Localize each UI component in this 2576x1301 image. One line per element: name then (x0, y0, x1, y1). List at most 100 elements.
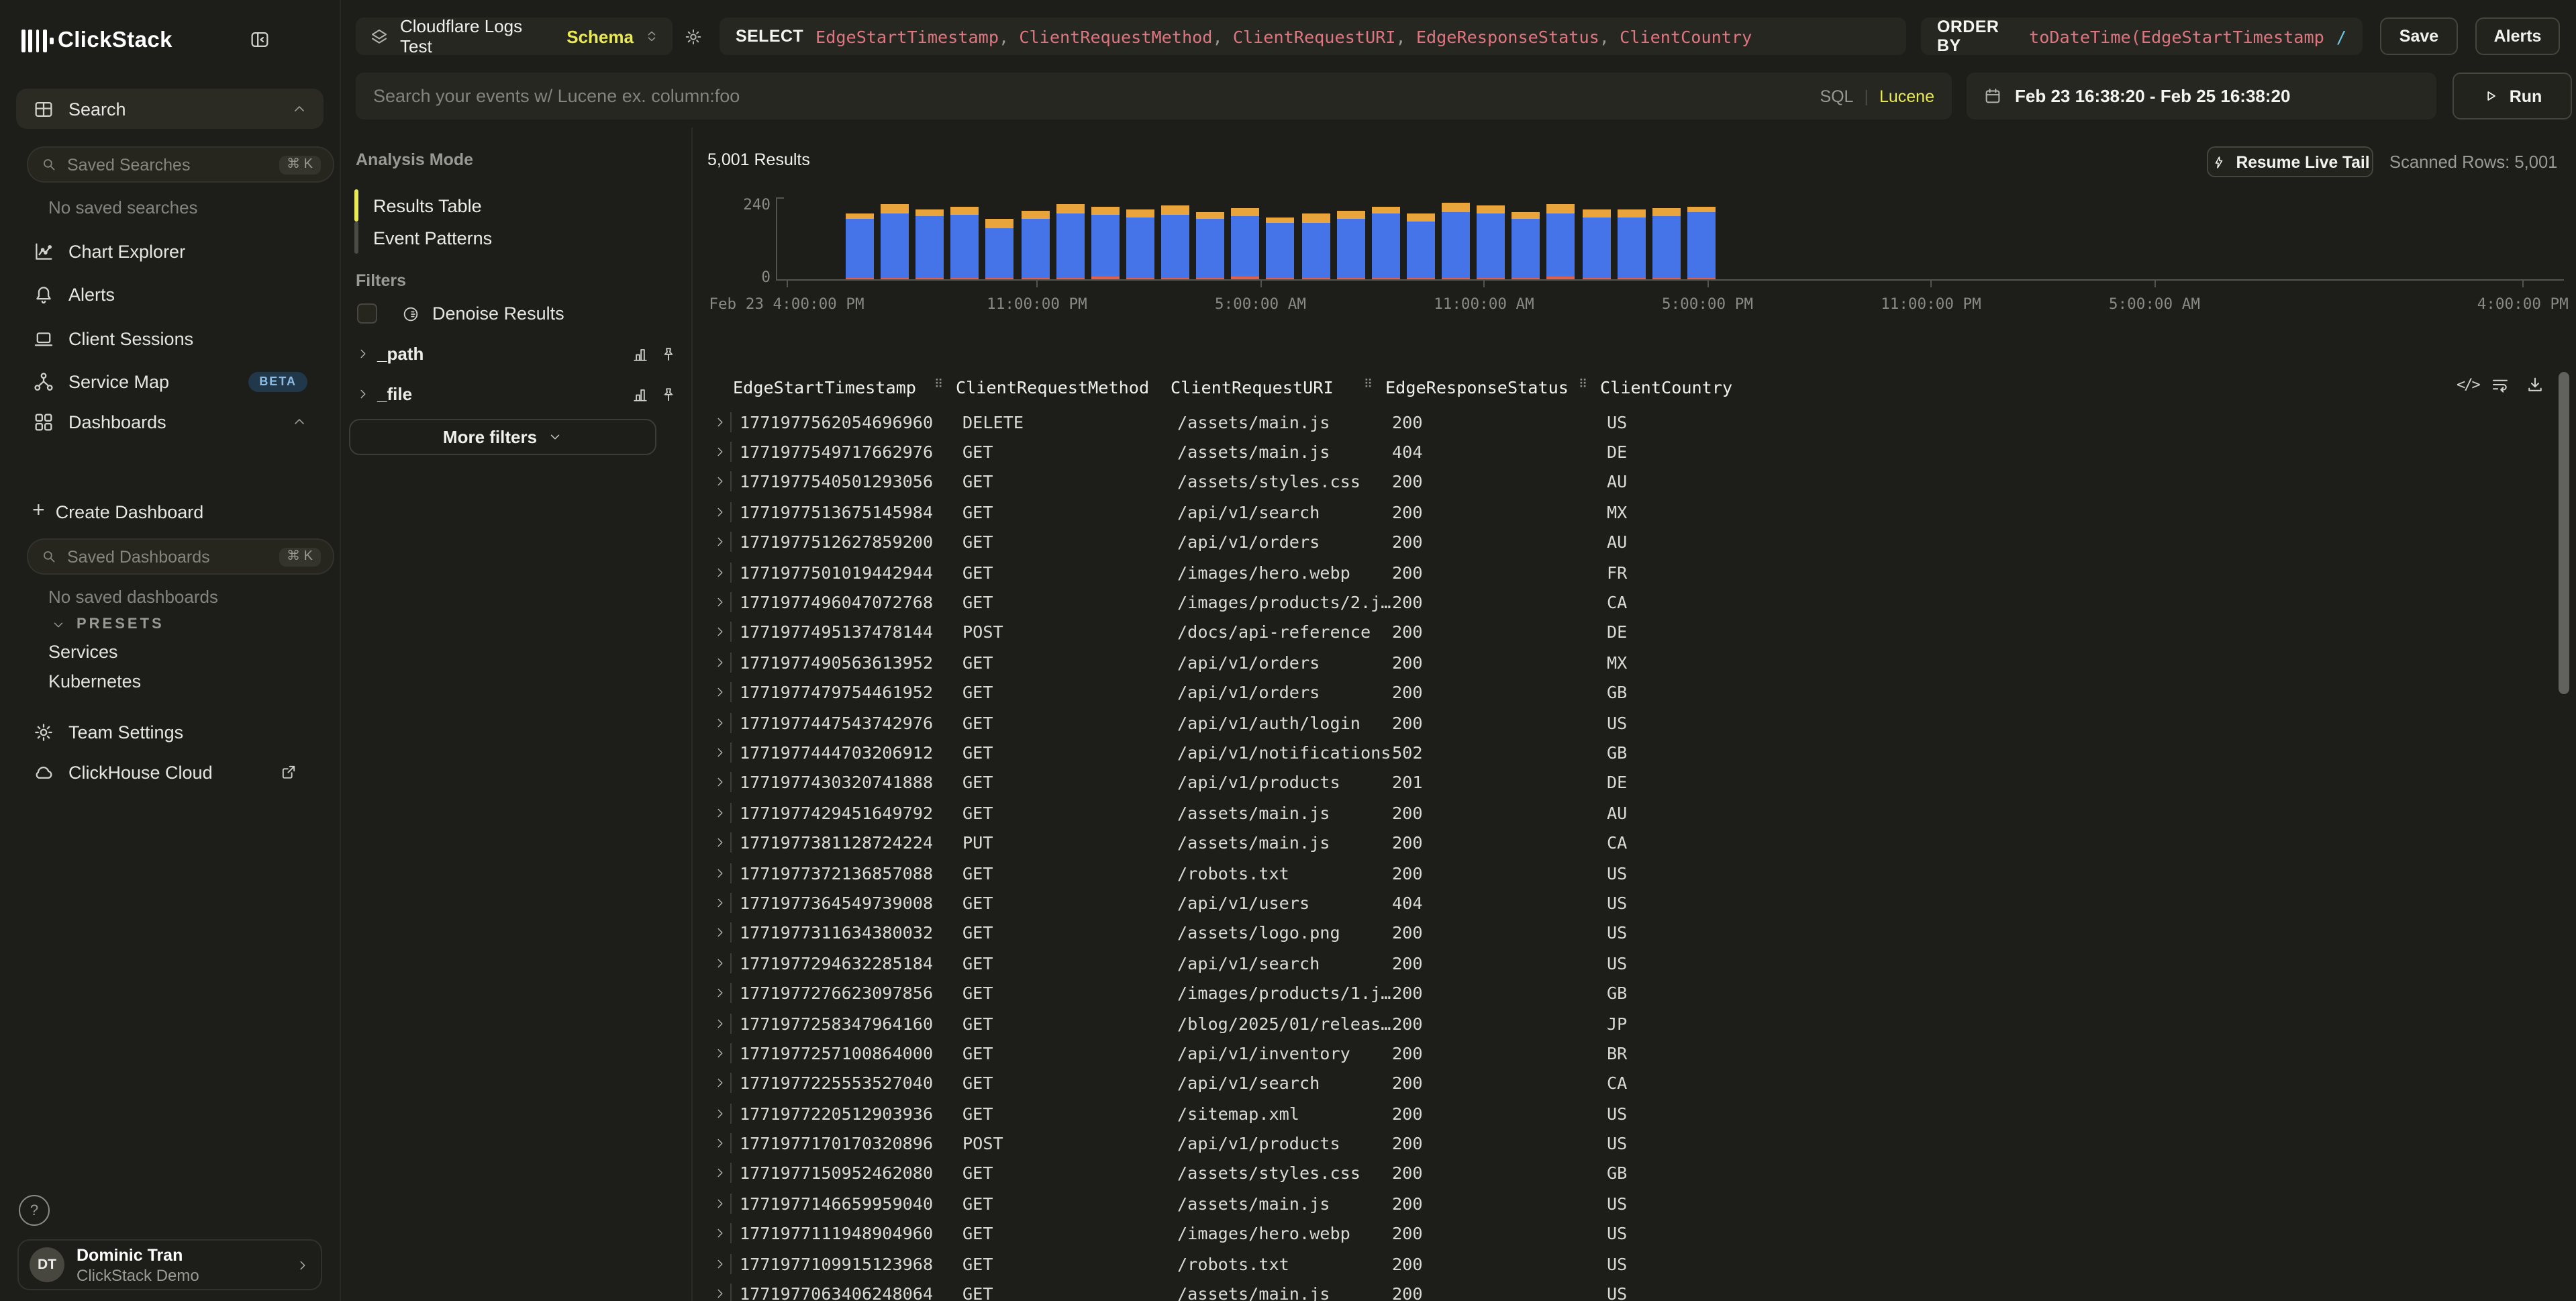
saved-searches-input[interactable]: Saved Searches ⌘ K (27, 146, 334, 183)
sidebar-item-alerts[interactable]: Alerts (32, 281, 115, 307)
preset-item-services[interactable]: Services (48, 642, 118, 662)
column-header-ClientRequestMethod[interactable]: ⠿ClientRequestMethod (956, 377, 1171, 397)
column-drag-handle-icon[interactable]: ⠿ (934, 379, 942, 392)
expand-row-icon[interactable] (710, 835, 730, 850)
orderby-clause-input[interactable]: ORDER BY toDateTime(EdgeStartTimestamp / (1921, 17, 2363, 55)
expand-row-icon[interactable] (710, 1016, 730, 1030)
expand-row-icon[interactable] (710, 414, 730, 429)
help-button[interactable]: ? (19, 1195, 50, 1226)
preset-item-kubernetes[interactable]: Kubernetes (48, 671, 141, 691)
column-drag-handle-icon[interactable]: ⠿ (1364, 379, 1371, 392)
table-row[interactable]: 1771977063406248064GET/assets/main.js200… (710, 1279, 2549, 1301)
table-row[interactable]: 1771977495137478144POST/docs/api-referen… (710, 617, 2549, 647)
table-row[interactable]: 1771977220512903936GET/sitemap.xml200US (710, 1098, 2549, 1128)
expand-row-icon[interactable] (710, 1256, 730, 1271)
column-header-EdgeResponseStatus[interactable]: ⠿EdgeResponseStatus (1385, 377, 1600, 397)
expand-row-icon[interactable] (710, 1076, 730, 1091)
expand-row-icon[interactable] (710, 535, 730, 550)
expand-row-icon[interactable] (710, 1226, 730, 1241)
expand-row-icon[interactable] (710, 1196, 730, 1211)
table-row[interactable]: 1771977562054696960DELETE/assets/main.js… (710, 407, 2549, 437)
table-row[interactable]: 1771977170170320896POST/api/v1/products2… (710, 1128, 2549, 1159)
table-row[interactable]: 1771977225553527040GET/api/v1/search200C… (710, 1068, 2549, 1098)
table-row[interactable]: 1771977146659959040GET/assets/main.js200… (710, 1188, 2549, 1218)
run-button[interactable]: Run (2453, 73, 2572, 119)
expand-row-icon[interactable] (710, 685, 730, 700)
table-row[interactable]: 1771977364549739008GET/api/v1/users404US (710, 888, 2549, 918)
sidebar-item-chart-explorer[interactable]: Chart Explorer (32, 238, 185, 264)
expand-row-icon[interactable] (710, 1286, 730, 1301)
expand-row-icon[interactable] (710, 1106, 730, 1120)
expand-row-icon[interactable] (710, 896, 730, 910)
table-row[interactable]: 1771977311634380032GET/assets/logo.png20… (710, 918, 2549, 948)
table-row[interactable]: 1771977276623097856GET/images/products/1… (710, 978, 2549, 1008)
alerts-button[interactable]: Alerts (2475, 17, 2560, 55)
table-row[interactable]: 1771977479754461952GET/api/v1/orders200G… (710, 677, 2549, 708)
filter-field-path[interactable]: _path (356, 344, 678, 364)
table-row[interactable]: 1771977490563613952GET/api/v1/orders200M… (710, 647, 2549, 677)
table-row[interactable]: 1771977430320741888GET/api/v1/products20… (710, 767, 2549, 798)
create-dashboard-button[interactable]: + Create Dashboard (32, 498, 203, 525)
table-row[interactable]: 1771977513675145984GET/api/v1/search200M… (710, 497, 2549, 527)
expand-row-icon[interactable] (710, 565, 730, 579)
save-button[interactable]: Save (2380, 17, 2458, 55)
saved-dashboards-input[interactable]: Saved Dashboards ⌘ K (27, 538, 334, 575)
table-row[interactable]: 1771977257100864000GET/api/v1/inventory2… (710, 1038, 2549, 1068)
expand-row-icon[interactable] (710, 745, 730, 760)
table-row[interactable]: 1771977111948904960GET/images/hero.webp2… (710, 1218, 2549, 1249)
table-row[interactable]: 1771977447543742976GET/api/v1/auth/login… (710, 708, 2549, 738)
column-drag-handle-icon[interactable]: ⠿ (1579, 379, 1586, 392)
table-row[interactable]: 1771977501019442944GET/images/hero.webp2… (710, 557, 2549, 587)
events-histogram[interactable]: 240 0 Feb 23 4:00:00 PM11:00:00 PM5:00:0… (693, 188, 2576, 309)
table-row[interactable]: 1771977512627859200GET/api/v1/orders200A… (710, 527, 2549, 557)
expand-row-icon[interactable] (710, 775, 730, 790)
table-row[interactable]: 1771977444703206912GET/api/v1/notificati… (710, 738, 2549, 768)
sql-language-toggle[interactable]: SQL (1820, 87, 1853, 105)
resume-live-tail-button[interactable]: Resume Live Tail (2207, 146, 2373, 177)
lucene-language-toggle[interactable]: Lucene (1879, 87, 1934, 105)
sidebar-item-search[interactable]: Search (16, 89, 324, 129)
data-source-selector[interactable]: Cloudflare Logs Test Schema (356, 17, 673, 55)
expand-row-icon[interactable] (710, 1046, 730, 1061)
expand-row-icon[interactable] (710, 444, 730, 459)
filter-field-file[interactable]: _file (356, 384, 678, 404)
column-chart-icon[interactable] (631, 385, 650, 403)
expand-row-icon[interactable] (710, 926, 730, 941)
table-row[interactable]: 1771977381128724224PUT/assets/main.js200… (710, 828, 2549, 858)
mode-event-patterns[interactable]: Event Patterns (373, 228, 492, 248)
mode-results-table[interactable]: Results Table (373, 196, 482, 216)
code-view-icon[interactable]: </> (2457, 376, 2479, 393)
table-row[interactable]: 1771977372136857088GET/robots.txt200US (710, 858, 2549, 888)
table-row[interactable]: 1771977496047072768GET/images/products/2… (710, 587, 2549, 618)
sidebar-item-dashboards[interactable]: Dashboards (32, 408, 307, 435)
table-row[interactable]: 1771977429451649792GET/assets/main.js200… (710, 798, 2549, 828)
column-header-EdgeStartTimestamp[interactable]: EdgeStartTimestamp (733, 377, 956, 397)
table-header[interactable]: EdgeStartTimestamp⠿ClientRequestMethod ⠿C… (733, 377, 1707, 397)
more-filters-button[interactable]: More filters (349, 419, 656, 455)
pin-icon[interactable] (659, 344, 678, 363)
table-row[interactable]: 1771977258347964160GET/blog/2025/01/rele… (710, 1008, 2549, 1039)
column-header-ClientCountry[interactable]: ⠿ClientCountry (1600, 377, 1707, 397)
pin-icon[interactable] (659, 385, 678, 403)
event-search-input[interactable]: Search your events w/ Lucene ex. column:… (356, 73, 1952, 119)
download-icon[interactable] (2525, 375, 2545, 395)
user-menu[interactable]: DT Dominic Tran ClickStack Demo (17, 1239, 322, 1290)
scrollbar-thumb[interactable] (2559, 372, 2569, 694)
presets-toggle[interactable]: PRESETS (51, 616, 164, 632)
expand-row-icon[interactable] (710, 955, 730, 970)
collapse-sidebar-icon[interactable] (248, 28, 271, 51)
sidebar-item-team-settings[interactable]: Team Settings (32, 718, 183, 745)
expand-row-icon[interactable] (710, 985, 730, 1000)
table-row[interactable]: 1771977294632285184GET/api/v1/search200U… (710, 948, 2549, 978)
column-chart-icon[interactable] (631, 344, 650, 363)
expand-row-icon[interactable] (710, 655, 730, 670)
select-clause-input[interactable]: SELECT EdgeStartTimestamp, ClientRequest… (720, 17, 1906, 55)
sidebar-item-service-map[interactable]: Service Map BETA (32, 368, 307, 395)
time-range-picker[interactable]: Feb 23 16:38:20 - Feb 25 16:38:20 (1967, 73, 2436, 119)
wrap-lines-icon[interactable] (2490, 375, 2510, 395)
expand-row-icon[interactable] (710, 505, 730, 520)
sidebar-item-clickhouse-cloud[interactable]: ClickHouse Cloud (32, 759, 298, 785)
expand-row-icon[interactable] (710, 715, 730, 730)
table-row[interactable]: 1771977109915123968GET/robots.txt200US (710, 1249, 2549, 1279)
query-settings-gear-icon[interactable] (683, 27, 703, 47)
